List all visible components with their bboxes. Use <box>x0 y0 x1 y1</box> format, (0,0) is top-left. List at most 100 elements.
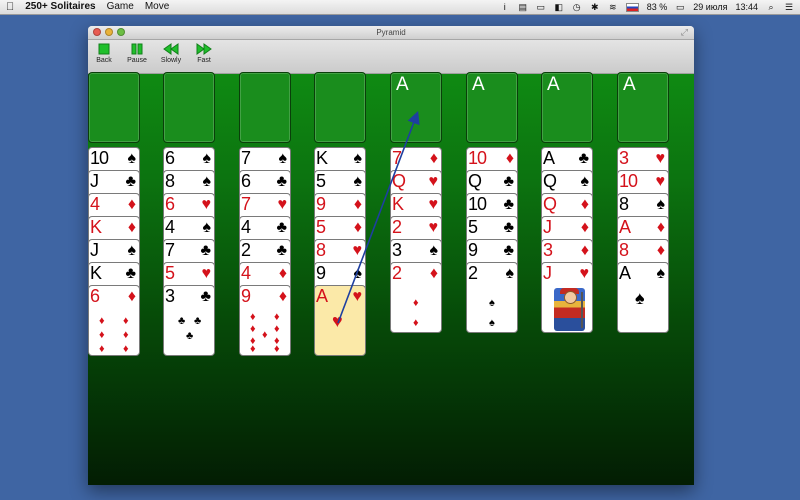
card-rank: 2 <box>468 263 478 283</box>
card-rank: 5 <box>165 263 175 283</box>
foundation-slot[interactable] <box>163 72 215 143</box>
foundation-slot[interactable] <box>88 72 140 143</box>
foundation-slot[interactable] <box>239 72 291 143</box>
menubar-clock[interactable]: 13:44 <box>735 0 758 14</box>
card-rank: 2 <box>241 240 251 260</box>
card-rank: 5 <box>468 217 478 237</box>
game-table: A A A A 10 ♠ J ♣ 4 ♦ K ♦ J ♠ K ♣ 6 ♦ ♦ ♦ ♦ ♦ ♦ ♦ 6 ♠ 8 ♠ 6 ♥ 4 ♠ 7 ♣ 5… <box>88 72 694 485</box>
card-rank: Q <box>543 171 557 191</box>
minimize-window-button[interactable] <box>105 28 113 36</box>
info-icon[interactable]: i <box>500 0 510 14</box>
foundation-slot[interactable]: A <box>466 72 518 143</box>
fast-button[interactable]: Fast <box>189 43 219 64</box>
card-suit: ♣ <box>125 173 137 190</box>
playing-card[interactable]: 6 ♦ ♦ ♦ ♦ ♦ ♦ ♦ <box>88 285 140 356</box>
card-rank: 8 <box>165 171 175 191</box>
card-rank: 8 <box>619 240 629 260</box>
card-rank: 8 <box>316 240 326 260</box>
bluetooth-icon[interactable]: ✱ <box>590 0 600 14</box>
card-rank: 10 <box>468 194 487 214</box>
card-rank: 9 <box>241 286 251 306</box>
card-pip: ♣ <box>194 315 202 327</box>
apple-icon[interactable]:  <box>6 0 14 14</box>
close-window-button[interactable] <box>93 28 101 36</box>
card-suit: ♦ <box>278 265 287 282</box>
menu-move[interactable]: Move <box>145 0 169 14</box>
foundation-slot[interactable]: A <box>617 72 669 143</box>
card-rank: K <box>316 148 328 168</box>
foundation-label: A <box>396 74 409 95</box>
playing-card[interactable]: 2 ♦ ♦ ♦ <box>390 262 442 333</box>
foundation-label: A <box>472 74 485 95</box>
menu-game[interactable]: Game <box>107 0 134 14</box>
playing-card[interactable]: A ♠ ♠ <box>617 262 669 333</box>
menubar-date[interactable]: 29 июля <box>693 0 727 14</box>
app-menu[interactable]: 250+ Solitaires <box>25 0 95 14</box>
pause-button[interactable]: Pause <box>122 43 152 64</box>
rewind-icon <box>163 43 179 55</box>
playing-card[interactable]: 9 ♦ ♦ ♦ ♦ ♦ ♦ ♦ ♦ ♦ ♦ <box>239 285 291 356</box>
card-suit: ♠ <box>580 173 590 190</box>
card-suit: ♠ <box>202 173 212 190</box>
airplay-icon[interactable]: ▭ <box>536 0 546 14</box>
slowly-button[interactable]: Slowly <box>156 43 186 64</box>
window-title: Pyramid <box>376 28 406 37</box>
jack-face-picture <box>554 288 585 331</box>
foundation-slot[interactable] <box>314 72 366 143</box>
card-rank: 10 <box>468 148 487 168</box>
battery-status[interactable]: 83 % <box>647 0 668 14</box>
card-rank: 2 <box>392 217 402 237</box>
card-suit: ♦ <box>580 196 589 213</box>
card-pip: ♦ <box>123 329 129 341</box>
card-suit: ♥ <box>201 265 212 282</box>
notification-center-icon[interactable]: ☰ <box>784 0 794 14</box>
playing-card[interactable]: 3 ♣ ♣ ♣ ♣ <box>163 285 215 356</box>
wifi-icon[interactable]: ≋ <box>608 0 618 14</box>
card-rank: 7 <box>392 148 402 168</box>
card-suit: ♠ <box>353 265 363 282</box>
card-rank: 3 <box>543 240 553 260</box>
card-suit: ♣ <box>276 242 288 259</box>
foundation-slot[interactable]: A <box>541 72 593 143</box>
card-suit: ♦ <box>429 265 438 282</box>
fast-forward-icon <box>196 43 212 55</box>
card-pip: ♦ <box>123 343 129 355</box>
card-suit: ♠ <box>278 150 288 167</box>
card-suit: ♥ <box>201 196 212 213</box>
card-suit: ♦ <box>580 242 589 259</box>
card-pip: ♦ <box>250 343 256 355</box>
playing-card[interactable]: 2 ♠ ♠ ♠ <box>466 262 518 333</box>
card-suit: ♦ <box>127 288 136 305</box>
card-rank: 3 <box>165 286 175 306</box>
document-icon[interactable]: ▤ <box>518 0 528 14</box>
card-suit: ♥ <box>352 288 363 305</box>
playing-card[interactable]: A ♥ ♥ <box>314 285 366 356</box>
card-rank: 9 <box>468 240 478 260</box>
card-suit: ♥ <box>428 173 439 190</box>
fullscreen-icon[interactable]: ⤢ <box>681 26 688 39</box>
card-suit: ♠ <box>202 150 212 167</box>
time-machine-icon[interactable]: ◷ <box>572 0 582 14</box>
battery-icon[interactable]: ▭ <box>675 0 685 14</box>
card-pip: ♦ <box>99 315 105 327</box>
card-rank: K <box>90 263 102 283</box>
card-pip: ♦ <box>250 311 256 323</box>
card-suit: ♣ <box>125 265 137 282</box>
spotlight-search-icon[interactable]: ⌕ <box>766 0 776 14</box>
card-suit: ♠ <box>127 150 137 167</box>
foundation-slot[interactable]: A <box>390 72 442 143</box>
card-suit: ♣ <box>503 173 515 190</box>
playing-card[interactable]: J ♥ <box>541 262 593 333</box>
card-pip: ♠ <box>489 297 495 309</box>
input-source-flag-icon[interactable] <box>625 2 639 12</box>
card-suit: ♦ <box>580 219 589 236</box>
card-suit: ♠ <box>429 242 439 259</box>
card-pip: ♦ <box>274 343 280 355</box>
zoom-window-button[interactable] <box>117 28 125 36</box>
menu-bar:  250+ Solitaires Game Move i ▤ ▭ ◧ ◷ ✱ … <box>0 0 800 15</box>
card-rank: 2 <box>392 263 402 283</box>
card-rank: J <box>90 240 99 260</box>
card-suit: ♠ <box>353 173 363 190</box>
back-button[interactable]: Back <box>89 43 119 64</box>
sync-icon[interactable]: ◧ <box>554 0 564 14</box>
